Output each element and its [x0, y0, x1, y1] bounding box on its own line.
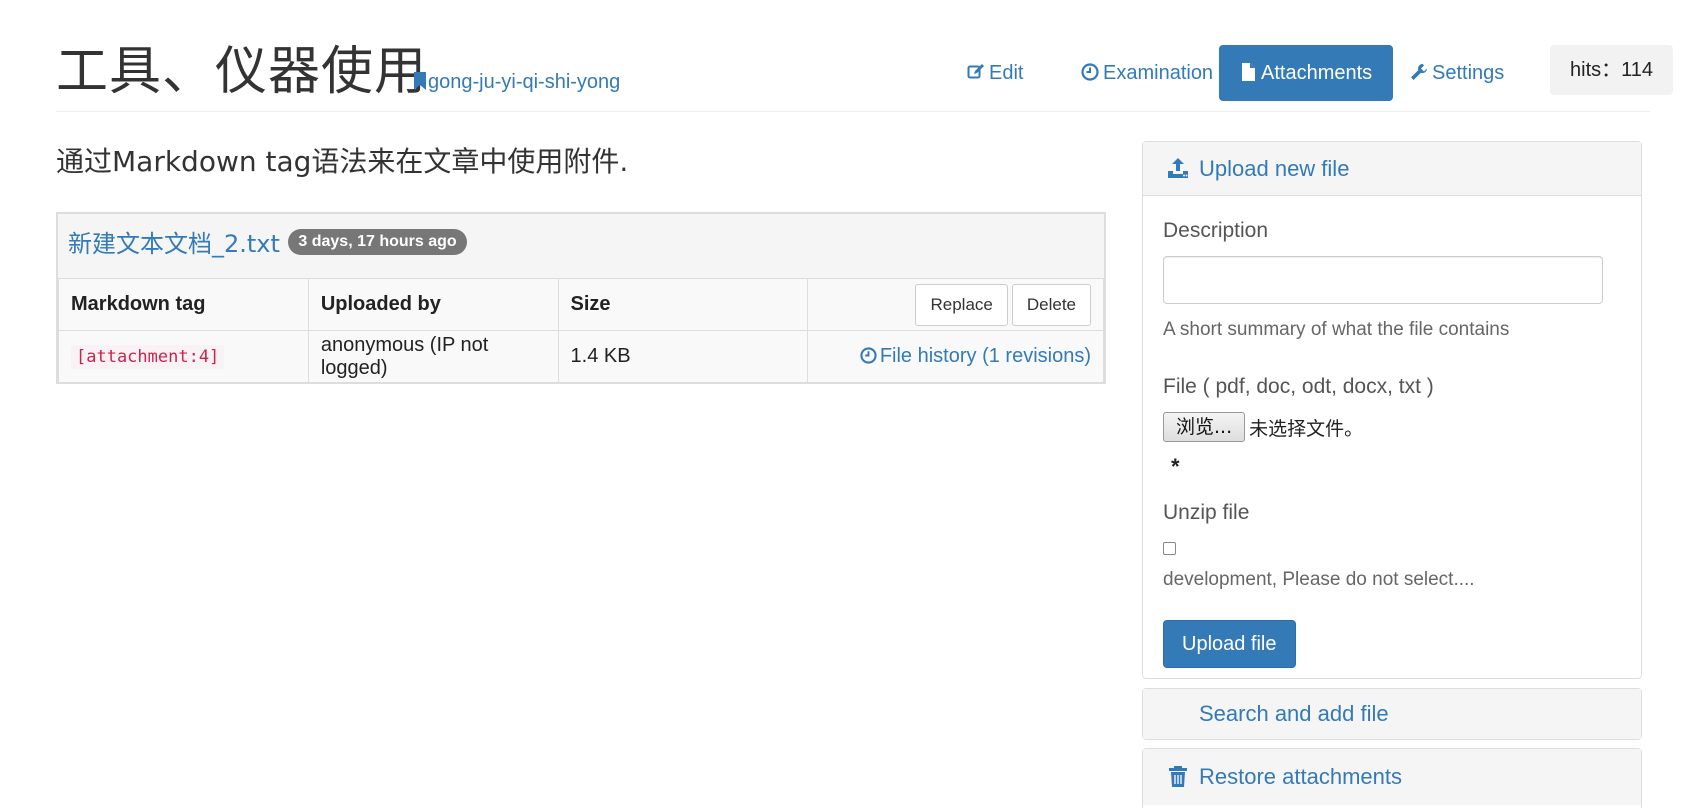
table-row: [attachment:4] anonymous (IP not logged)…	[58, 330, 1104, 383]
trash-icon	[1169, 766, 1187, 787]
tab-attachments[interactable]: Attachments	[1219, 45, 1393, 101]
file-picker: 浏览... 未选择文件。	[1163, 412, 1363, 442]
tab-edit-label: Edit	[989, 62, 1024, 84]
size-cell: 1.4 KB	[557, 330, 809, 383]
column-header-size: Size	[557, 278, 809, 331]
column-header-markdown-tag: Markdown tag	[58, 278, 309, 331]
tab-edit[interactable]: Edit	[955, 45, 1035, 101]
attachment-age-badge: 3 days, 17 hours ago	[288, 228, 467, 255]
description-input[interactable]	[1163, 256, 1603, 304]
description-label: Description	[1163, 219, 1269, 242]
page-header: 工具、仪器使用 gong-ju-yi-qi-shi-yong Edit Exam…	[56, 40, 1674, 112]
page-title: 工具、仪器使用	[56, 42, 428, 102]
article-slug-link[interactable]: gong-ju-yi-qi-shi-yong	[413, 68, 620, 96]
history-cell: File history (1 revisions)	[807, 330, 1104, 383]
restore-panel: Restore attachments	[1142, 748, 1642, 808]
attachment-actions: Replace Delete	[807, 278, 1104, 331]
attachment-table: Markdown tag Uploaded by Size Replace Del…	[58, 278, 1104, 383]
restore-panel-title: Restore attachments	[1199, 764, 1402, 789]
bookmark-icon	[414, 72, 426, 90]
file-history-link[interactable]: File history (1 revisions)	[860, 345, 1091, 367]
tab-examination[interactable]: Examination	[1069, 45, 1225, 101]
upload-file-button[interactable]: Upload file	[1163, 620, 1296, 668]
table-header-row: Markdown tag Uploaded by Size Replace Del…	[58, 278, 1104, 331]
uploaded-by-cell: anonymous (IP not logged)	[307, 330, 559, 383]
attachment-panel: 新建文本文档_2.txt 3 days, 17 hours ago Markdo…	[56, 212, 1106, 384]
wrench-icon	[1411, 64, 1427, 80]
clock-icon	[1081, 63, 1099, 81]
markdown-tag-cell: [attachment:4]	[58, 330, 309, 383]
file-label: File ( pdf, doc, odt, docx, txt )	[1163, 375, 1434, 398]
tab-attachments-label: Attachments	[1261, 62, 1373, 84]
replace-button[interactable]: Replace	[915, 283, 1008, 326]
required-mark: *	[1171, 454, 1180, 479]
tab-settings-label: Settings	[1432, 62, 1505, 84]
upload-panel-heading[interactable]: Upload new file	[1143, 142, 1641, 196]
slug-text: gong-ju-yi-qi-shi-yong	[428, 71, 621, 93]
edit-icon	[967, 64, 984, 79]
upload-panel: Upload new file Description A short summ…	[1142, 141, 1642, 679]
markdown-tag-code[interactable]: [attachment:4]	[71, 345, 225, 369]
clock-icon	[860, 347, 877, 364]
attachment-file-link[interactable]: 新建文本文档_2.txt	[68, 230, 280, 258]
search-panel: Search and add file	[1142, 688, 1642, 740]
description-help: A short summary of what the file contain…	[1163, 319, 1510, 340]
file-history-label: File history (1 revisions)	[879, 345, 1091, 367]
upload-icon	[1168, 158, 1188, 178]
unzip-checkbox[interactable]	[1163, 542, 1176, 555]
tab-examination-label: Examination	[1103, 62, 1214, 84]
hits-counter: hits：114	[1550, 45, 1674, 95]
delete-button[interactable]: Delete	[1011, 283, 1091, 326]
restore-panel-heading[interactable]: Restore attachments	[1143, 749, 1641, 805]
search-panel-heading[interactable]: Search and add file	[1143, 689, 1641, 739]
upload-panel-title: Upload new file	[1199, 156, 1350, 181]
unzip-label: Unzip file	[1163, 501, 1250, 524]
tab-settings[interactable]: Settings	[1398, 45, 1516, 101]
browse-button[interactable]: 浏览...	[1163, 412, 1246, 442]
attachment-heading: 新建文本文档_2.txt 3 days, 17 hours ago	[68, 224, 467, 262]
column-header-uploaded-by: Uploaded by	[307, 278, 559, 331]
file-icon	[1242, 63, 1255, 81]
unzip-help: development, Please do not select....	[1163, 569, 1475, 590]
attachments-intro: 通过Markdown tag语法来在文章中使用附件.	[56, 145, 629, 178]
no-file-selected-text: 未选择文件。	[1249, 417, 1364, 440]
